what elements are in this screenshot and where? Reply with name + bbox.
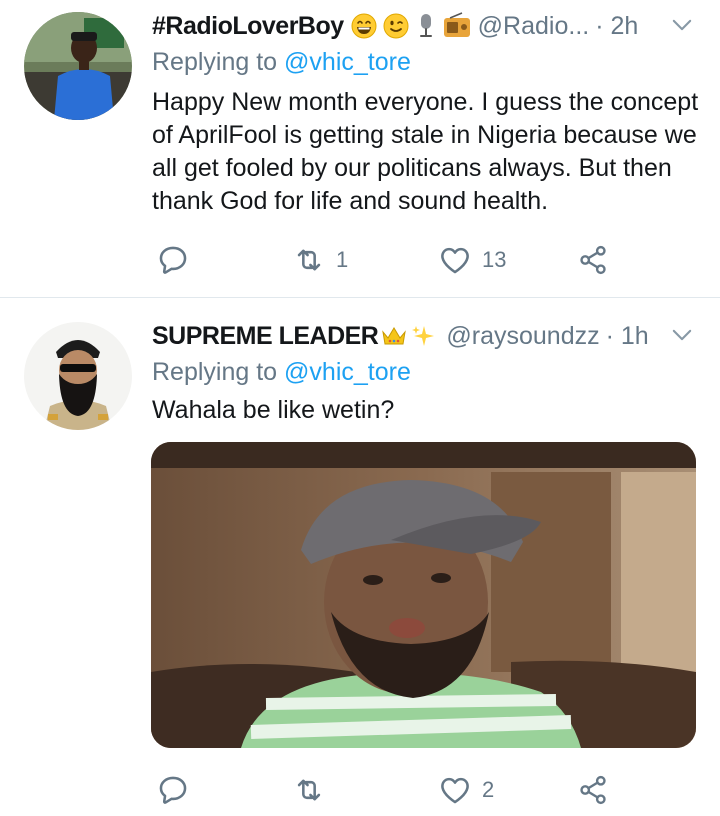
avatar-photo bbox=[24, 12, 132, 120]
retweet-button[interactable] bbox=[292, 770, 336, 810]
reply-button[interactable] bbox=[156, 240, 200, 280]
radio-icon bbox=[443, 12, 470, 37]
tweet-header: SUPREME LEADER @raysoundzz · 1h bbox=[152, 319, 696, 353]
media-photo bbox=[151, 442, 696, 748]
chevron-down-icon[interactable] bbox=[668, 321, 696, 349]
replying-to: Replying to @vhic_tore bbox=[152, 358, 411, 387]
tweet[interactable]: #RadioLoverBoy @Radio... · 2h Replying t… bbox=[0, 0, 720, 297]
display-name[interactable]: #RadioLoverBoy bbox=[152, 12, 344, 41]
winking-face-icon bbox=[383, 13, 409, 39]
name-emojis bbox=[350, 12, 472, 40]
avatar[interactable] bbox=[24, 322, 132, 430]
share-icon bbox=[576, 243, 610, 277]
avatar-photo bbox=[24, 322, 132, 430]
retweet-icon bbox=[292, 243, 326, 277]
microphone-icon bbox=[419, 14, 432, 37]
reply-button[interactable] bbox=[156, 770, 200, 810]
tweet-text: Wahala be like wetin? bbox=[152, 396, 395, 424]
name-emojis bbox=[380, 323, 436, 349]
mention-link[interactable]: @vhic_tore bbox=[284, 358, 411, 386]
like-button[interactable]: 13 bbox=[438, 240, 506, 280]
chevron-down-icon[interactable] bbox=[668, 11, 696, 39]
replying-to-label: Replying to bbox=[152, 48, 285, 76]
tweet-header: #RadioLoverBoy @Radio... · 2h bbox=[152, 9, 696, 43]
mention-link[interactable]: @vhic_tore bbox=[284, 48, 411, 76]
user-handle[interactable]: @Radio... bbox=[478, 12, 590, 41]
timestamp[interactable]: · 2h bbox=[595, 12, 638, 41]
tweet-media-image[interactable] bbox=[151, 442, 696, 748]
sparkles-icon bbox=[412, 326, 435, 346]
retweet-button[interactable]: 1 bbox=[292, 240, 348, 280]
reply-icon bbox=[156, 243, 190, 277]
grinning-face-icon bbox=[351, 13, 377, 39]
like-count: 13 bbox=[482, 247, 507, 272]
display-name[interactable]: SUPREME LEADER bbox=[152, 322, 379, 351]
tweet-text: Happy New month everyone. I guess the co… bbox=[152, 88, 699, 215]
heart-icon bbox=[438, 773, 472, 807]
reply-icon bbox=[156, 773, 190, 807]
share-button[interactable] bbox=[576, 240, 610, 280]
share-icon bbox=[576, 773, 610, 807]
tweet[interactable]: SUPREME LEADER @raysoundzz · 1h Replying… bbox=[0, 298, 720, 816]
tweet-actions: 1 13 bbox=[152, 240, 696, 280]
like-button[interactable]: 2 bbox=[438, 770, 494, 810]
heart-icon bbox=[438, 243, 472, 277]
user-handle[interactable]: @raysoundzz bbox=[446, 322, 599, 351]
replying-to: Replying to @vhic_tore bbox=[152, 48, 411, 77]
avatar[interactable] bbox=[24, 12, 132, 120]
share-button[interactable] bbox=[576, 770, 610, 810]
retweet-icon bbox=[292, 773, 326, 807]
timestamp[interactable]: · 1h bbox=[606, 322, 649, 351]
replying-to-label: Replying to bbox=[152, 358, 285, 386]
tweet-actions: 2 bbox=[152, 770, 696, 810]
like-count: 2 bbox=[482, 777, 495, 802]
crown-icon bbox=[382, 327, 407, 345]
retweet-count: 1 bbox=[336, 247, 349, 272]
